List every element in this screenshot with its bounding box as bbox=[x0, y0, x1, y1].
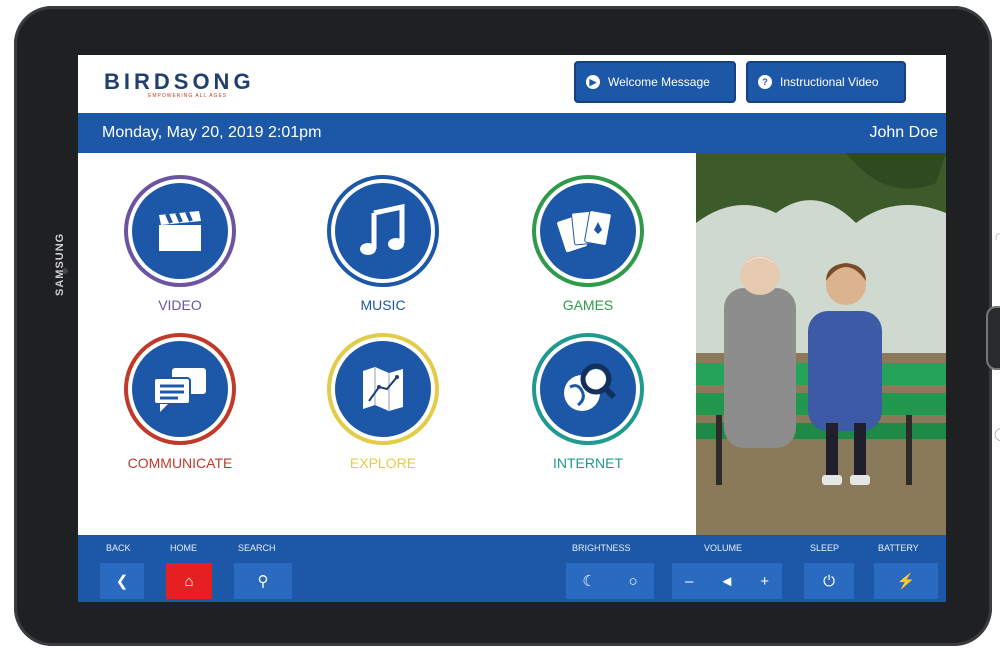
logo-text: BIRDSONG bbox=[104, 69, 255, 94]
search-button[interactable]: ⚲ bbox=[234, 563, 292, 599]
tile-games-circle bbox=[532, 175, 644, 287]
chevron-left-icon: ❮ bbox=[115, 573, 129, 590]
tile-communicate-circle bbox=[124, 333, 236, 445]
tile-internet-circle bbox=[532, 333, 644, 445]
volume-label: VOLUME bbox=[704, 543, 743, 553]
globe-magnifier-icon bbox=[540, 341, 636, 437]
home-icon: ⌂ bbox=[184, 572, 194, 590]
tile-video-label: VIDEO bbox=[158, 297, 202, 313]
tile-music-label: MUSIC bbox=[360, 297, 406, 313]
sun-icon[interactable]: ○ bbox=[629, 573, 638, 590]
search-label: SEARCH bbox=[238, 543, 276, 553]
search-icon: ⚲ bbox=[257, 573, 269, 590]
music-note-icon bbox=[335, 183, 431, 279]
tile-explore-label: EXPLORE bbox=[349, 455, 417, 471]
welcome-message-label: Welcome Message bbox=[608, 75, 710, 89]
brightness-control: ☾ ○ bbox=[566, 563, 654, 599]
tile-video-circle bbox=[124, 175, 236, 287]
welcome-message-button[interactable]: ▶ Welcome Message bbox=[574, 61, 736, 103]
user-name: John Doe bbox=[869, 124, 939, 141]
tile-internet[interactable]: INTERNET bbox=[508, 333, 668, 471]
tile-internet-label: INTERNET bbox=[553, 455, 623, 471]
tile-games-label: GAMES bbox=[562, 297, 614, 313]
bottom-toolbar: BACK HOME SEARCH BRIGHTNESS VOLUME SLEEP… bbox=[78, 535, 946, 602]
home-hardware-button[interactable] bbox=[986, 306, 1000, 370]
hero-photo bbox=[696, 153, 946, 535]
battery-indicator: ⚡ bbox=[874, 563, 938, 599]
home-button[interactable]: ⌂ bbox=[166, 563, 212, 599]
sleep-button[interactable]: ⏻ bbox=[804, 563, 854, 599]
question-icon: ? bbox=[758, 75, 772, 89]
instructional-video-label: Instructional Video bbox=[780, 75, 879, 89]
brightness-label: BRIGHTNESS bbox=[572, 543, 631, 553]
speaker-icon: ◄ bbox=[719, 572, 735, 590]
moon-icon[interactable]: ☾ bbox=[582, 572, 595, 590]
tile-music-circle bbox=[327, 175, 439, 287]
tile-communicate[interactable]: COMMUNICATE bbox=[100, 333, 260, 471]
recent-apps-hardware-icon[interactable]: ∩ bbox=[994, 228, 1000, 243]
back-button[interactable]: ❮ bbox=[100, 563, 144, 599]
tile-communicate-label: COMMUNICATE bbox=[127, 455, 233, 471]
tile-explore[interactable]: EXPLORE bbox=[303, 333, 463, 471]
sleep-label: SLEEP bbox=[810, 543, 840, 553]
map-icon bbox=[335, 341, 431, 437]
home-label: HOME bbox=[170, 543, 197, 553]
date-time: Monday, May 20, 2019 2:01pm bbox=[102, 124, 322, 141]
device-brand: SAMSUNG bbox=[54, 232, 66, 296]
tile-video[interactable]: VIDEO bbox=[100, 175, 260, 313]
back-label: BACK bbox=[106, 543, 131, 553]
logo: BIRDSONG EMPOWERING ALL AGES bbox=[104, 69, 255, 99]
tile-explore-circle bbox=[327, 333, 439, 445]
top-bar: BIRDSONG EMPOWERING ALL AGES ▶ Welcome M… bbox=[78, 55, 946, 113]
play-icon: ▶ bbox=[586, 75, 600, 89]
plus-icon[interactable]: + bbox=[760, 573, 769, 590]
screen: BIRDSONG EMPOWERING ALL AGES ▶ Welcome M… bbox=[78, 55, 946, 602]
volume-control: – ◄ + bbox=[672, 563, 782, 599]
battery-charging-icon: ⚡ bbox=[896, 573, 916, 590]
clapperboard-icon bbox=[132, 183, 228, 279]
chat-bubbles-icon bbox=[132, 341, 228, 437]
power-icon: ⏻ bbox=[823, 572, 835, 590]
battery-label: BATTERY bbox=[878, 543, 919, 553]
back-hardware-icon[interactable]: ◯ bbox=[994, 426, 1000, 442]
playing-cards-icon bbox=[540, 183, 636, 279]
instructional-video-button[interactable]: ? Instructional Video bbox=[746, 61, 906, 103]
minus-icon[interactable]: – bbox=[685, 573, 693, 590]
tile-games[interactable]: GAMES bbox=[508, 175, 668, 313]
status-bar: Monday, May 20, 2019 2:01pm John Doe bbox=[78, 113, 946, 153]
tile-music[interactable]: MUSIC bbox=[303, 175, 463, 313]
